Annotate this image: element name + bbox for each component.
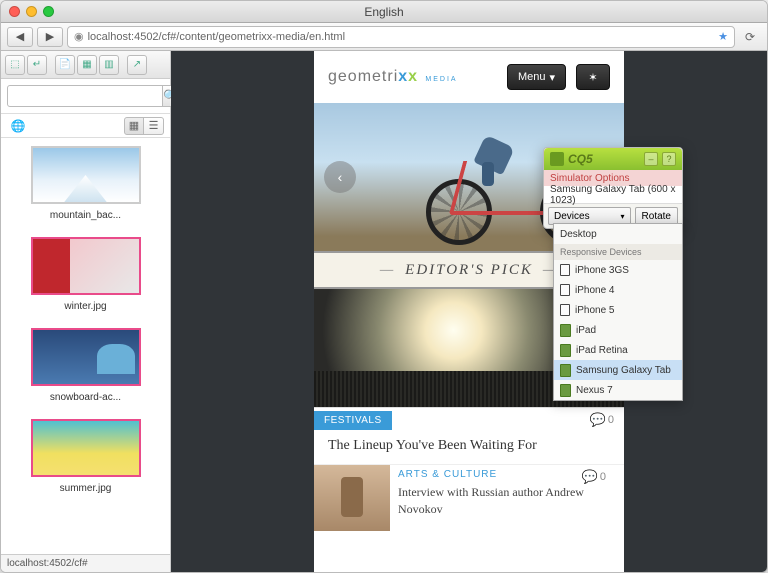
content-area: ⬚ ↵ 📄 ▦ ▥ ↗ 🔍 🌐 ▦ ☰ <box>1 51 767 572</box>
thumb-item[interactable]: snowboard-ac... <box>9 328 162 403</box>
comment-icon: 💬 <box>582 469 598 485</box>
thumbnail-list: mountain_bac... winter.jpg snowboard-ac.… <box>1 138 170 554</box>
tool-btn-4[interactable]: ▦ <box>77 55 97 75</box>
device-option[interactable]: Nexus 7 <box>554 380 682 400</box>
globe-icon: ◉ <box>74 30 84 43</box>
settings-button[interactable]: ✶ <box>576 64 610 90</box>
device-option[interactable]: iPhone 5 <box>554 300 682 320</box>
device-option[interactable]: iPhone 4 <box>554 280 682 300</box>
url-text: localhost:4502/cf#/content/geometrixx-me… <box>88 31 345 43</box>
device-option[interactable]: iPad Retina <box>554 340 682 360</box>
browser-window: English ◀ ▶ ◉ localhost:4502/cf#/content… <box>0 0 768 573</box>
browser-toolbar: ◀ ▶ ◉ localhost:4502/cf#/content/geometr… <box>1 23 767 51</box>
device-option[interactable]: iPad <box>554 320 682 340</box>
article-title: The Lineup You've Been Waiting For <box>314 432 624 464</box>
grid-view-button[interactable]: ▦ <box>124 117 144 135</box>
gear-icon: ✶ <box>588 71 597 84</box>
cq5-logo-icon <box>550 152 564 166</box>
tablet-icon <box>560 384 571 397</box>
device-option[interactable]: Samsung Galaxy Tab <box>554 360 682 380</box>
carousel-prev-button[interactable]: ‹ <box>324 161 356 193</box>
mobile-header: geometrixx MEDIA Menu▾ ✶ <box>314 51 624 103</box>
sidebar-viewbar: 🌐 ▦ ☰ <box>1 114 170 138</box>
tablet-icon <box>560 364 571 377</box>
sidebar-search: 🔍 <box>1 79 170 114</box>
tool-btn-1[interactable]: ⬚ <box>5 55 25 75</box>
tool-btn-5[interactable]: ▥ <box>99 55 119 75</box>
menu-button[interactable]: Menu▾ <box>507 64 566 90</box>
tablet-icon <box>560 324 571 337</box>
tree-icon[interactable]: 🌐 <box>7 117 29 135</box>
tablet-icon <box>560 344 571 357</box>
list-view-button[interactable]: ☰ <box>144 117 164 135</box>
phone-icon <box>560 304 570 316</box>
view-toggle: ▦ ☰ <box>124 117 164 135</box>
phone-icon <box>560 264 570 276</box>
comment-icon: 💬 <box>590 412 606 428</box>
url-bar[interactable]: ◉ localhost:4502/cf#/content/geometrixx-… <box>67 26 735 48</box>
thumb-item[interactable]: mountain_bac... <box>9 146 162 221</box>
article-excerpt: Interview with Russian author Andrew Nov… <box>398 484 616 518</box>
thumb-item[interactable]: winter.jpg <box>9 237 162 312</box>
main-viewport: geometrixx MEDIA Menu▾ ✶ ‹ EDITOR'S PICK <box>171 51 767 572</box>
article-thumb <box>314 465 390 531</box>
reload-button[interactable]: ⟳ <box>739 30 761 44</box>
device-option[interactable]: iPhone 3GS <box>554 260 682 280</box>
sidebar-toolbar: ⬚ ↵ 📄 ▦ ▥ ↗ <box>1 51 170 79</box>
article-tag: FESTIVALS <box>314 411 392 430</box>
cf-sidebar: ⬚ ↵ 📄 ▦ ▥ ↗ 🔍 🌐 ▦ ☰ <box>1 51 171 572</box>
cq5-header[interactable]: CQ5 – ? <box>544 148 682 170</box>
tool-btn-3[interactable]: 📄 <box>55 55 75 75</box>
cq5-current-device: Samsung Galaxy Tab (600 x 1023) <box>544 186 682 204</box>
titlebar: English <box>1 1 767 23</box>
comment-count[interactable]: 💬0 <box>590 412 624 428</box>
comment-count[interactable]: 💬0 <box>582 469 616 485</box>
tool-btn-2[interactable]: ↵ <box>27 55 47 75</box>
tool-btn-6[interactable]: ↗ <box>127 55 147 75</box>
back-button[interactable]: ◀ <box>7 27 33 47</box>
window-title: English <box>1 5 767 19</box>
device-group-label: Responsive Devices <box>554 244 682 260</box>
search-input[interactable] <box>7 85 163 107</box>
cq5-minimize-button[interactable]: – <box>644 152 658 166</box>
cq5-help-button[interactable]: ? <box>662 152 676 166</box>
forward-button[interactable]: ▶ <box>37 27 63 47</box>
phone-icon <box>560 284 570 296</box>
chevron-down-icon: ▾ <box>549 71 555 84</box>
article-1[interactable]: FESTIVALS 💬0 The Lineup You've Been Wait… <box>314 407 624 464</box>
article-2[interactable]: 💬0 ARTS & CULTURE Interview with Russian… <box>314 464 624 531</box>
logo: geometrixx MEDIA <box>328 68 497 86</box>
cq5-panel: CQ5 – ? Simulator Options Samsung Galaxy… <box>543 147 683 229</box>
devices-menu: Desktop Responsive Devices iPhone 3GS iP… <box>553 223 683 401</box>
thumb-item[interactable]: summer.jpg <box>9 419 162 494</box>
device-option-desktop[interactable]: Desktop <box>554 224 682 244</box>
bookmark-star-icon[interactable]: ★ <box>718 30 728 43</box>
statusbar: localhost:4502/cf# <box>1 554 170 572</box>
